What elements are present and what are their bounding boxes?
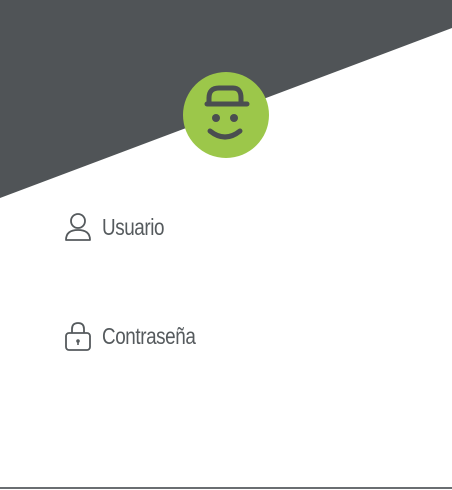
avatar [183,72,269,158]
login-screen: Usuario Contraseña [0,0,452,490]
robot-face-icon [204,85,250,140]
bottom-divider [0,487,452,489]
password-label: Contraseña [102,322,196,349]
username-field[interactable]: Usuario [64,210,178,244]
password-field[interactable]: Contraseña [64,318,216,354]
user-icon [64,212,92,242]
username-label: Usuario [102,213,165,240]
lock-icon [64,320,92,352]
